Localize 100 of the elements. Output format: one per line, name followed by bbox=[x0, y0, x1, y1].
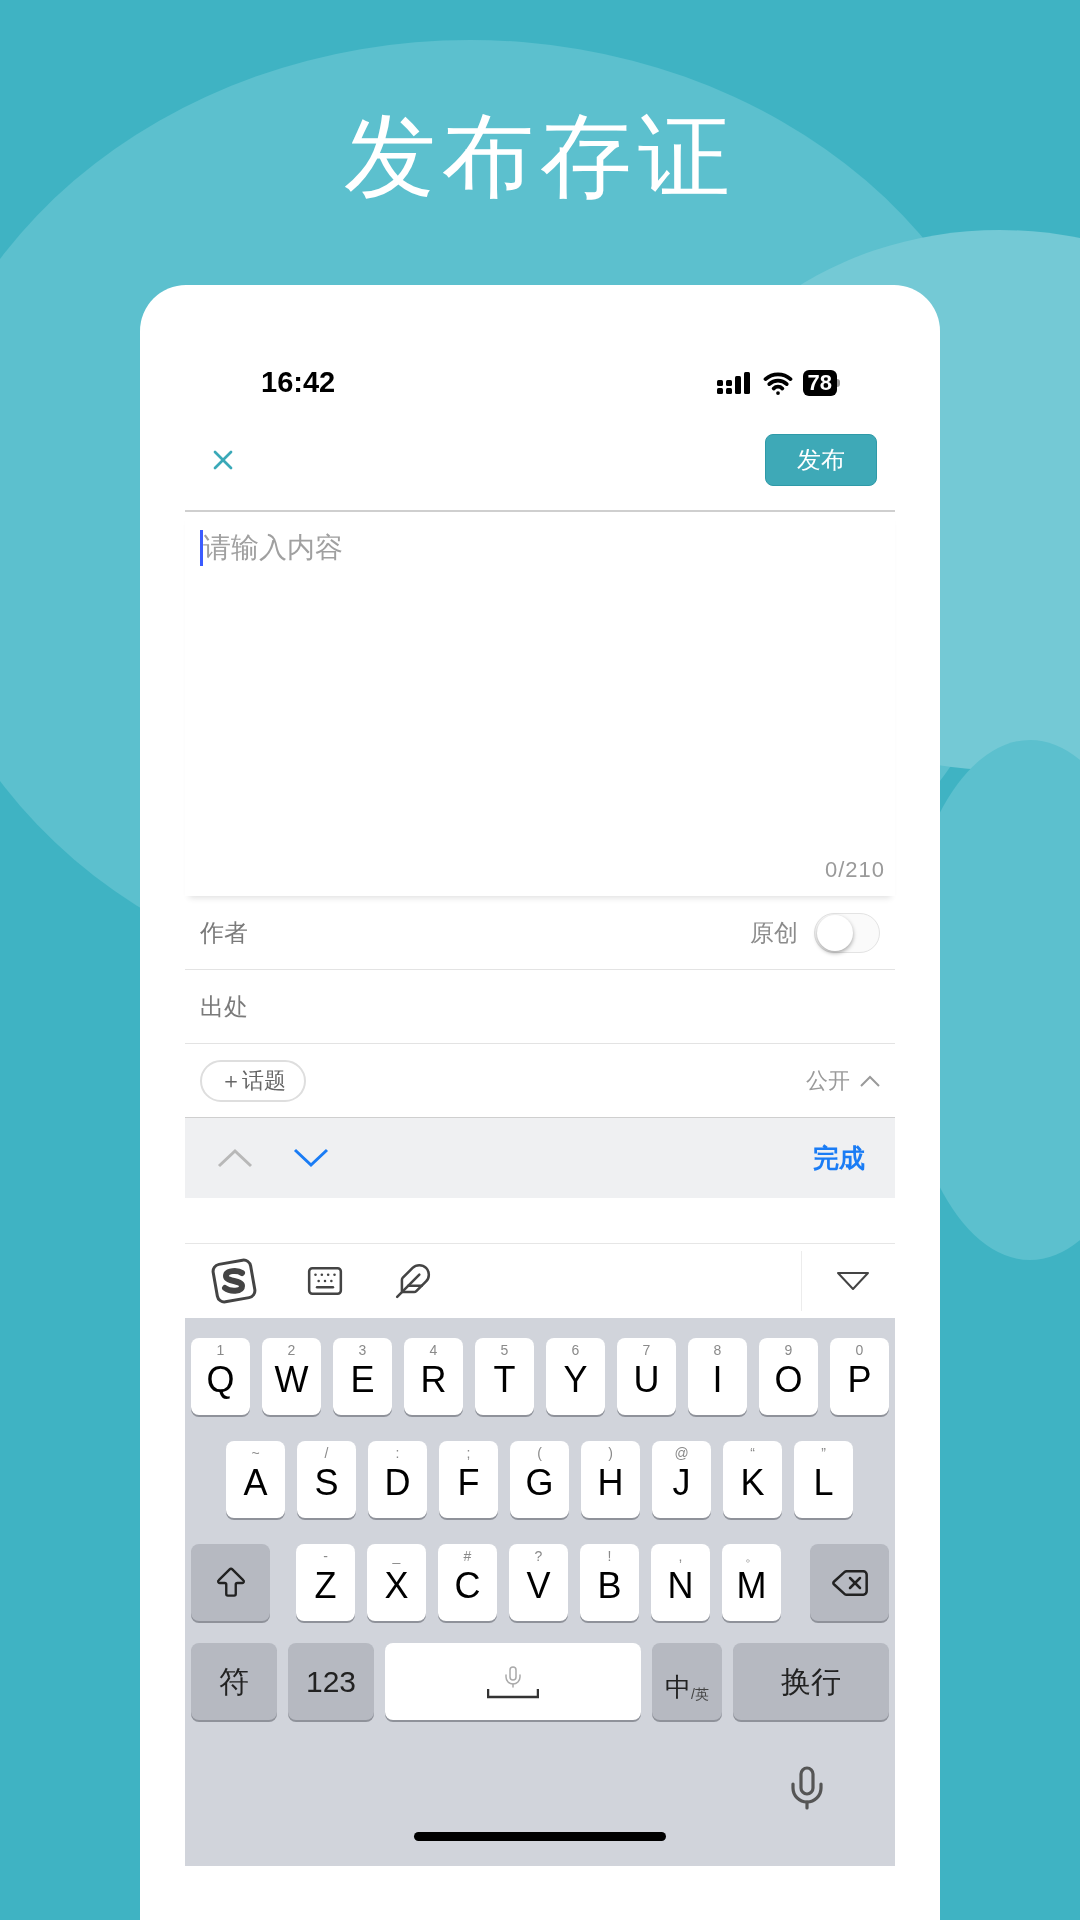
letter-key[interactable]: 0 P bbox=[830, 1338, 889, 1415]
key-label: I bbox=[712, 1358, 723, 1402]
key-hint: 。 bbox=[744, 1548, 759, 1564]
letter-key[interactable]: @ J bbox=[652, 1441, 711, 1518]
character-counter: 0/210 bbox=[824, 856, 885, 884]
key-label: Q bbox=[206, 1358, 235, 1402]
key-hint: _ bbox=[392, 1548, 401, 1564]
key-hint: 5 bbox=[500, 1342, 509, 1358]
key-label: Y bbox=[563, 1358, 588, 1402]
key-label: M bbox=[736, 1564, 767, 1608]
shift-key[interactable] bbox=[191, 1544, 270, 1621]
key-label: K bbox=[740, 1461, 765, 1505]
key-label: O bbox=[774, 1358, 803, 1402]
key-hint: : bbox=[395, 1445, 400, 1461]
letter-key[interactable]: 3 E bbox=[333, 1338, 392, 1415]
key-label: P bbox=[847, 1358, 872, 1402]
number-key[interactable]: 123 bbox=[288, 1643, 374, 1720]
key-hint: 3 bbox=[358, 1342, 367, 1358]
key-hint: 4 bbox=[429, 1342, 438, 1358]
key-hint: ( bbox=[537, 1445, 542, 1461]
letter-key[interactable]: , N bbox=[651, 1544, 710, 1621]
key-label: A bbox=[243, 1461, 268, 1505]
letter-key[interactable]: ; F bbox=[439, 1441, 498, 1518]
key-hint: ; bbox=[466, 1445, 471, 1461]
backspace-key[interactable] bbox=[810, 1544, 889, 1621]
key-hint: @ bbox=[674, 1445, 689, 1461]
key-hint: 7 bbox=[642, 1342, 651, 1358]
chevron-up-icon bbox=[860, 1074, 880, 1087]
key-hint: , bbox=[678, 1548, 683, 1564]
letter-key[interactable]: 6 Y bbox=[546, 1338, 605, 1415]
key-hint: ” bbox=[821, 1445, 826, 1461]
key-hint: 0 bbox=[855, 1342, 864, 1358]
return-key[interactable]: 换行 bbox=[733, 1643, 889, 1720]
letter-key[interactable]: 8 I bbox=[688, 1338, 747, 1415]
field-label: 出处 bbox=[200, 991, 248, 1022]
letter-key[interactable]: 1 Q bbox=[191, 1338, 250, 1415]
letter-key[interactable]: # C bbox=[438, 1544, 497, 1621]
signal-icon bbox=[716, 371, 753, 394]
key-label: V bbox=[526, 1564, 551, 1608]
key-hint: 8 bbox=[713, 1342, 722, 1358]
content-input[interactable]: 请输入内容 bbox=[203, 528, 880, 568]
letter-key[interactable]: ! B bbox=[580, 1544, 639, 1621]
key-hint: - bbox=[323, 1548, 328, 1564]
letter-key[interactable]: ~ A bbox=[226, 1441, 285, 1518]
key-label: L bbox=[813, 1461, 834, 1505]
letter-key[interactable]: “ K bbox=[723, 1441, 782, 1518]
status-time: 16:42 bbox=[261, 364, 336, 400]
key-label: R bbox=[420, 1358, 447, 1402]
done-button[interactable]: 完成 bbox=[813, 1138, 865, 1178]
letter-key[interactable]: 7 U bbox=[617, 1338, 676, 1415]
letter-key[interactable]: _ X bbox=[367, 1544, 426, 1621]
key-label: Z bbox=[314, 1564, 337, 1608]
key-hint: / bbox=[324, 1445, 329, 1461]
collapse-triangle-icon[interactable] bbox=[836, 1271, 870, 1291]
letter-key[interactable]: ( G bbox=[510, 1441, 569, 1518]
key-label: W bbox=[274, 1358, 309, 1402]
feather-icon[interactable] bbox=[394, 1262, 432, 1300]
key-label: N bbox=[667, 1564, 694, 1608]
letter-key[interactable]: 2 W bbox=[262, 1338, 321, 1415]
text-cursor bbox=[200, 530, 203, 566]
letter-key[interactable]: - Z bbox=[296, 1544, 355, 1621]
symbol-key[interactable]: 符 bbox=[191, 1643, 277, 1720]
language-key[interactable]: 中/英 bbox=[652, 1643, 722, 1720]
key-hint: 2 bbox=[287, 1342, 296, 1358]
field-label: 作者 bbox=[200, 917, 248, 948]
key-label: J bbox=[672, 1461, 691, 1505]
page-title: 发布存证 bbox=[344, 104, 736, 209]
letter-key[interactable]: : D bbox=[368, 1441, 427, 1518]
next-icon[interactable] bbox=[293, 1148, 329, 1168]
key-label: D bbox=[384, 1461, 411, 1505]
key-hint: “ bbox=[750, 1445, 755, 1461]
key-hint: ~ bbox=[251, 1445, 260, 1461]
key-label: B bbox=[597, 1564, 622, 1608]
letter-key[interactable]: 4 R bbox=[404, 1338, 463, 1415]
letter-key[interactable]: ” L bbox=[794, 1441, 853, 1518]
key-hint: 6 bbox=[571, 1342, 580, 1358]
key-label: S bbox=[314, 1461, 339, 1505]
letter-key[interactable]: 。 M bbox=[722, 1544, 781, 1621]
key-label: C bbox=[454, 1564, 481, 1608]
space-icon bbox=[487, 1688, 539, 1699]
letter-key[interactable]: 5 T bbox=[475, 1338, 534, 1415]
key-hint: # bbox=[463, 1548, 472, 1564]
key-hint: 1 bbox=[216, 1342, 225, 1358]
key-label: G bbox=[525, 1461, 554, 1505]
letter-key[interactable]: ? V bbox=[509, 1544, 568, 1621]
original-toggle[interactable] bbox=[814, 912, 880, 953]
key-label: H bbox=[597, 1461, 624, 1505]
key-label: X bbox=[384, 1564, 409, 1608]
key-hint: ) bbox=[608, 1445, 613, 1461]
key-label: E bbox=[350, 1358, 375, 1402]
key-label: U bbox=[633, 1358, 660, 1402]
key-hint: ? bbox=[534, 1548, 543, 1564]
letter-key[interactable]: / S bbox=[297, 1441, 356, 1518]
battery-indicator: 78 bbox=[802, 369, 840, 396]
add-topic-button[interactable]: ＋话题 bbox=[200, 1059, 306, 1102]
key-label: F bbox=[457, 1461, 480, 1505]
key-hint: 9 bbox=[784, 1342, 793, 1358]
key-label: T bbox=[493, 1358, 516, 1402]
letter-key[interactable]: ) H bbox=[581, 1441, 640, 1518]
letter-key[interactable]: 9 O bbox=[759, 1338, 818, 1415]
